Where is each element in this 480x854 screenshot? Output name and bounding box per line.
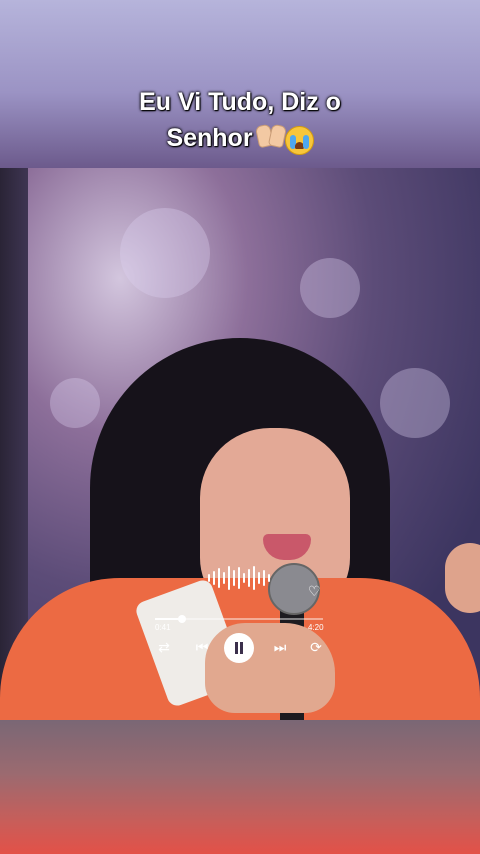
caption-emoji (254, 121, 314, 157)
bokeh-light (300, 258, 360, 318)
shuffle-icon[interactable]: ⇄ (154, 637, 174, 657)
next-icon[interactable]: ⏭ (270, 637, 290, 657)
player-controls: ⇄ ⏮ ⏭ ⟳ (150, 633, 330, 663)
bokeh-light (380, 368, 450, 438)
caption-line-1: Eu Vi Tudo, Diz o (139, 88, 341, 116)
bokeh-light (120, 208, 210, 298)
heart-icon[interactable]: ♡ (308, 583, 321, 600)
singer-raised-hand (445, 543, 480, 613)
progress-bar[interactable] (155, 615, 323, 623)
current-time: 0:41 (155, 623, 171, 632)
video-caption: Eu Vi Tudo, Diz o Senhor (0, 84, 480, 157)
music-player-overlay: ♡ 0:41 4:20 ⇄ ⏮ ⏭ ⟳ (150, 565, 330, 665)
total-time: 4:20 (308, 623, 324, 632)
crying-face-icon (284, 126, 314, 156)
caption-line-2: Senhor (0, 120, 480, 157)
waveform-icon (208, 565, 272, 591)
bokeh-light (50, 378, 100, 428)
praying-hands-icon (254, 123, 287, 149)
caption-line-2-text: Senhor (166, 124, 253, 152)
pause-icon[interactable] (224, 633, 254, 663)
progress-knob[interactable] (177, 615, 186, 623)
bottom-band (0, 720, 480, 854)
previous-icon[interactable]: ⏮ (192, 637, 212, 657)
repeat-icon[interactable]: ⟳ (306, 637, 326, 657)
